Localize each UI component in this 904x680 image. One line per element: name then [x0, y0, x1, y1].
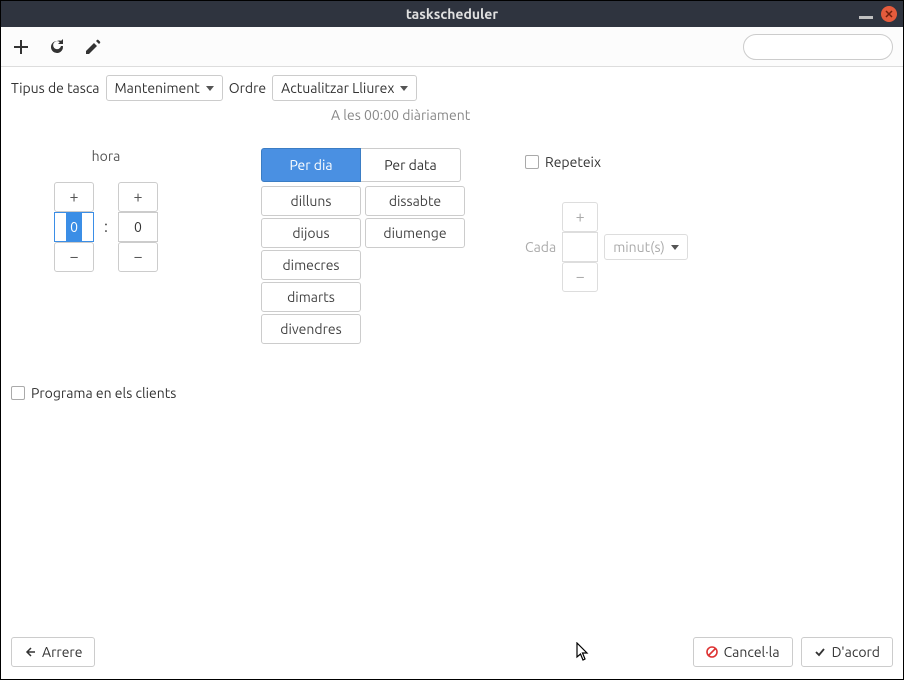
time-column: hora + 0 − : + 0 − — [11, 148, 201, 272]
cursor-icon — [576, 642, 592, 662]
chevron-down-icon — [671, 245, 679, 250]
search-input[interactable] — [743, 34, 893, 60]
day-divendres[interactable]: divendres — [261, 314, 361, 344]
clients-label: Programa en els clients — [31, 385, 176, 401]
ok-button-label: D'acord — [832, 644, 880, 660]
order-value: Actualitzar Lliurex — [281, 80, 394, 96]
minute-spinner: + 0 − — [118, 182, 158, 272]
window-title: taskscheduler — [406, 6, 498, 22]
repeat-plus-button[interactable]: + — [562, 202, 598, 232]
minute-plus-button[interactable]: + — [118, 182, 158, 212]
clients-checkbox[interactable] — [11, 386, 25, 400]
minute-value[interactable]: 0 — [118, 212, 158, 242]
repeat-minus-button[interactable]: − — [562, 262, 598, 292]
task-type-select[interactable]: Manteniment — [106, 75, 223, 101]
arrow-left-icon — [24, 646, 36, 658]
tab-per-data[interactable]: Per data — [361, 148, 461, 182]
footer: Arrere Cancel·la D'acord — [1, 629, 903, 679]
cancel-icon — [706, 646, 718, 658]
config-row: Tipus de tasca Manteniment Ordre Actuali… — [1, 67, 903, 109]
order-label: Ordre — [229, 80, 266, 96]
add-icon[interactable] — [11, 37, 31, 57]
close-button[interactable]: ✕ — [881, 6, 897, 22]
ok-button[interactable]: D'acord — [801, 637, 893, 667]
schedule-summary: A les 00:00 diàriament — [1, 107, 903, 123]
repeat-unit-value: minut(s) — [613, 239, 665, 255]
back-button-label: Arrere — [42, 644, 82, 660]
chevron-down-icon — [206, 86, 214, 91]
task-type-label: Tipus de tasca — [11, 80, 100, 96]
cancel-button[interactable]: Cancel·la — [693, 637, 793, 667]
search-field[interactable] — [758, 39, 904, 54]
day-dissabte[interactable]: dissabte — [365, 186, 465, 216]
time-colon: : — [104, 218, 108, 236]
cancel-button-label: Cancel·la — [724, 644, 780, 660]
hour-plus-button[interactable]: + — [54, 182, 94, 212]
toolbar — [1, 27, 903, 67]
day-dilluns[interactable]: dilluns — [261, 186, 361, 216]
edit-icon[interactable] — [83, 37, 103, 57]
time-heading: hora — [11, 148, 201, 164]
repeat-every-label: Cada — [525, 239, 556, 255]
minute-minus-button[interactable]: − — [118, 242, 158, 272]
day-diumenge[interactable]: diumenge — [365, 218, 465, 248]
titlebar: taskscheduler ✕ — [1, 1, 903, 27]
back-button[interactable]: Arrere — [11, 637, 95, 667]
days-column: Per dia Per data dilluns dijous dimecres… — [261, 148, 465, 344]
hour-value[interactable]: 0 — [54, 212, 94, 242]
order-select[interactable]: Actualitzar Lliurex — [272, 75, 417, 101]
repeat-column: Repeteix Cada + − minut(s) — [525, 148, 688, 292]
hour-spinner: + 0 − — [54, 182, 94, 272]
day-dijous[interactable]: dijous — [261, 218, 361, 248]
repeat-label: Repeteix — [545, 154, 601, 170]
refresh-icon[interactable] — [47, 37, 67, 57]
hour-minus-button[interactable]: − — [54, 242, 94, 272]
chevron-down-icon — [400, 86, 408, 91]
day-dimecres[interactable]: dimecres — [261, 250, 361, 280]
repeat-checkbox[interactable] — [525, 155, 539, 169]
task-type-value: Manteniment — [115, 80, 200, 96]
minimize-button[interactable] — [859, 16, 873, 19]
repeat-unit-select[interactable]: minut(s) — [604, 234, 688, 260]
check-icon — [814, 646, 826, 658]
tab-per-dia[interactable]: Per dia — [261, 148, 361, 182]
repeat-value[interactable] — [562, 232, 598, 262]
day-dimarts[interactable]: dimarts — [261, 282, 361, 312]
